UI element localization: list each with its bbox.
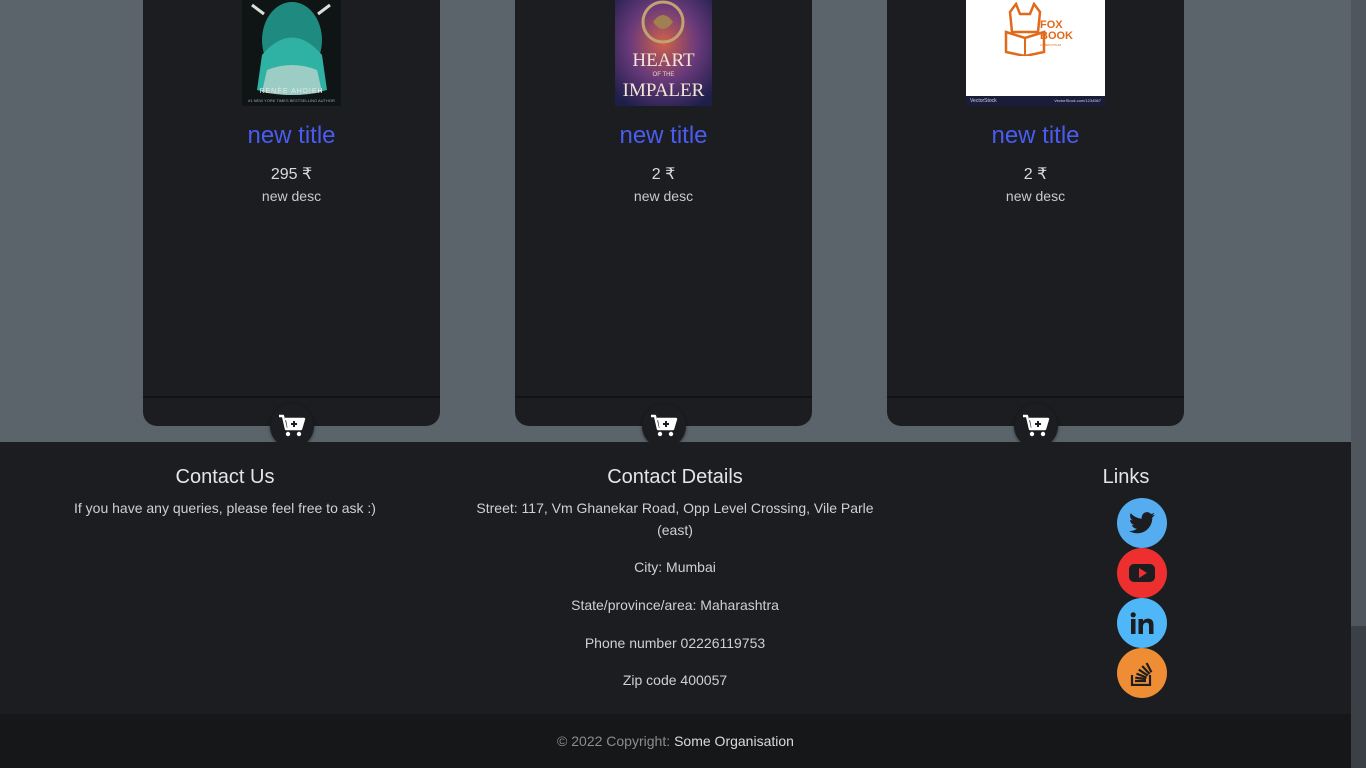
product-description: new desc <box>1005 188 1066 204</box>
contact-us-heading: Contact Us <box>175 466 275 488</box>
scrollbar[interactable] <box>1351 0 1366 768</box>
stack-overflow-icon <box>1130 662 1153 686</box>
product-description: new desc <box>261 188 322 204</box>
product-price: 2 ₹ <box>1023 166 1048 183</box>
state-text: State/province/area: Maharashtra <box>571 597 779 613</box>
links-heading: Links <box>1102 466 1150 488</box>
stack-overflow-link[interactable] <box>1117 648 1167 698</box>
product-description: new desc <box>633 188 694 204</box>
book-cover-image[interactable]: FOX BOOK LOREM IPSUM VectorStock VectorS… <box>966 0 1105 106</box>
cover-title-line2: OF THE <box>652 72 675 78</box>
product-price: 295 ₹ <box>270 166 313 183</box>
product-title[interactable]: new title <box>515 122 812 150</box>
linkedin-icon <box>1130 612 1154 634</box>
organisation-link[interactable]: Some Organisation <box>674 733 794 749</box>
street-line2: (east) <box>657 522 693 538</box>
book-cover-image[interactable]: HEART OF THE IMPALER <box>615 0 712 106</box>
cover-author: RENÉE AHDIEH <box>259 88 324 95</box>
zip-text: Zip code 400057 <box>622 672 728 688</box>
twitter-link[interactable] <box>1117 498 1167 548</box>
youtube-link[interactable] <box>1117 548 1167 598</box>
watermark-left: VectorStock <box>970 98 997 104</box>
street-line1: Street: 117, Vm Ghanekar Road, Opp Level… <box>476 500 874 516</box>
product-title[interactable]: new title <box>143 122 440 150</box>
cover-tagline: #1 NEW YORK TIMES BESTSELLING AUTHOR <box>248 98 335 103</box>
cover-title-line3: IMPALER <box>622 80 705 101</box>
product-title[interactable]: new title <box>887 122 1184 150</box>
contact-details-heading: Contact Details <box>607 466 743 488</box>
contact-us-text: If you have any queries, please feel fre… <box>74 500 376 516</box>
logo-small-text: LOREM IPSUM <box>1040 43 1062 47</box>
book-cover-image[interactable]: RENÉE AHDIEH #1 NEW YORK TIMES BESTSELLI… <box>242 0 341 106</box>
copyright-bar: © 2022 Copyright: Some Organisation <box>0 714 1351 768</box>
watermark-right: VectorStock.com/1234567 <box>1054 98 1101 103</box>
watermark-strip: VectorStock VectorStock.com/1234567 <box>966 96 1105 106</box>
product-card: HEART OF THE IMPALER new title 2 ₹ new d… <box>515 0 812 426</box>
cart-plus-icon <box>1023 414 1050 437</box>
site-footer: Contact Us If you have any queries, plea… <box>0 442 1351 714</box>
city-text: City: Mumbai <box>634 559 716 575</box>
twitter-icon <box>1129 512 1155 534</box>
product-price: 2 ₹ <box>651 166 676 183</box>
linkedin-link[interactable] <box>1117 598 1167 648</box>
copyright-text: © 2022 Copyright: <box>557 733 671 749</box>
youtube-icon <box>1129 564 1155 582</box>
phone-text: Phone number 02226119753 <box>584 635 766 651</box>
cart-plus-icon <box>651 414 678 437</box>
cart-plus-icon <box>279 414 306 437</box>
product-card: RENÉE AHDIEH #1 NEW YORK TIMES BESTSELLI… <box>143 0 440 426</box>
logo-text-book: BOOK <box>1040 30 1073 42</box>
scrollbar-thumb[interactable] <box>1351 626 1366 768</box>
product-card: FOX BOOK LOREM IPSUM VectorStock VectorS… <box>887 0 1184 426</box>
cover-title-line1: HEART <box>632 50 695 71</box>
